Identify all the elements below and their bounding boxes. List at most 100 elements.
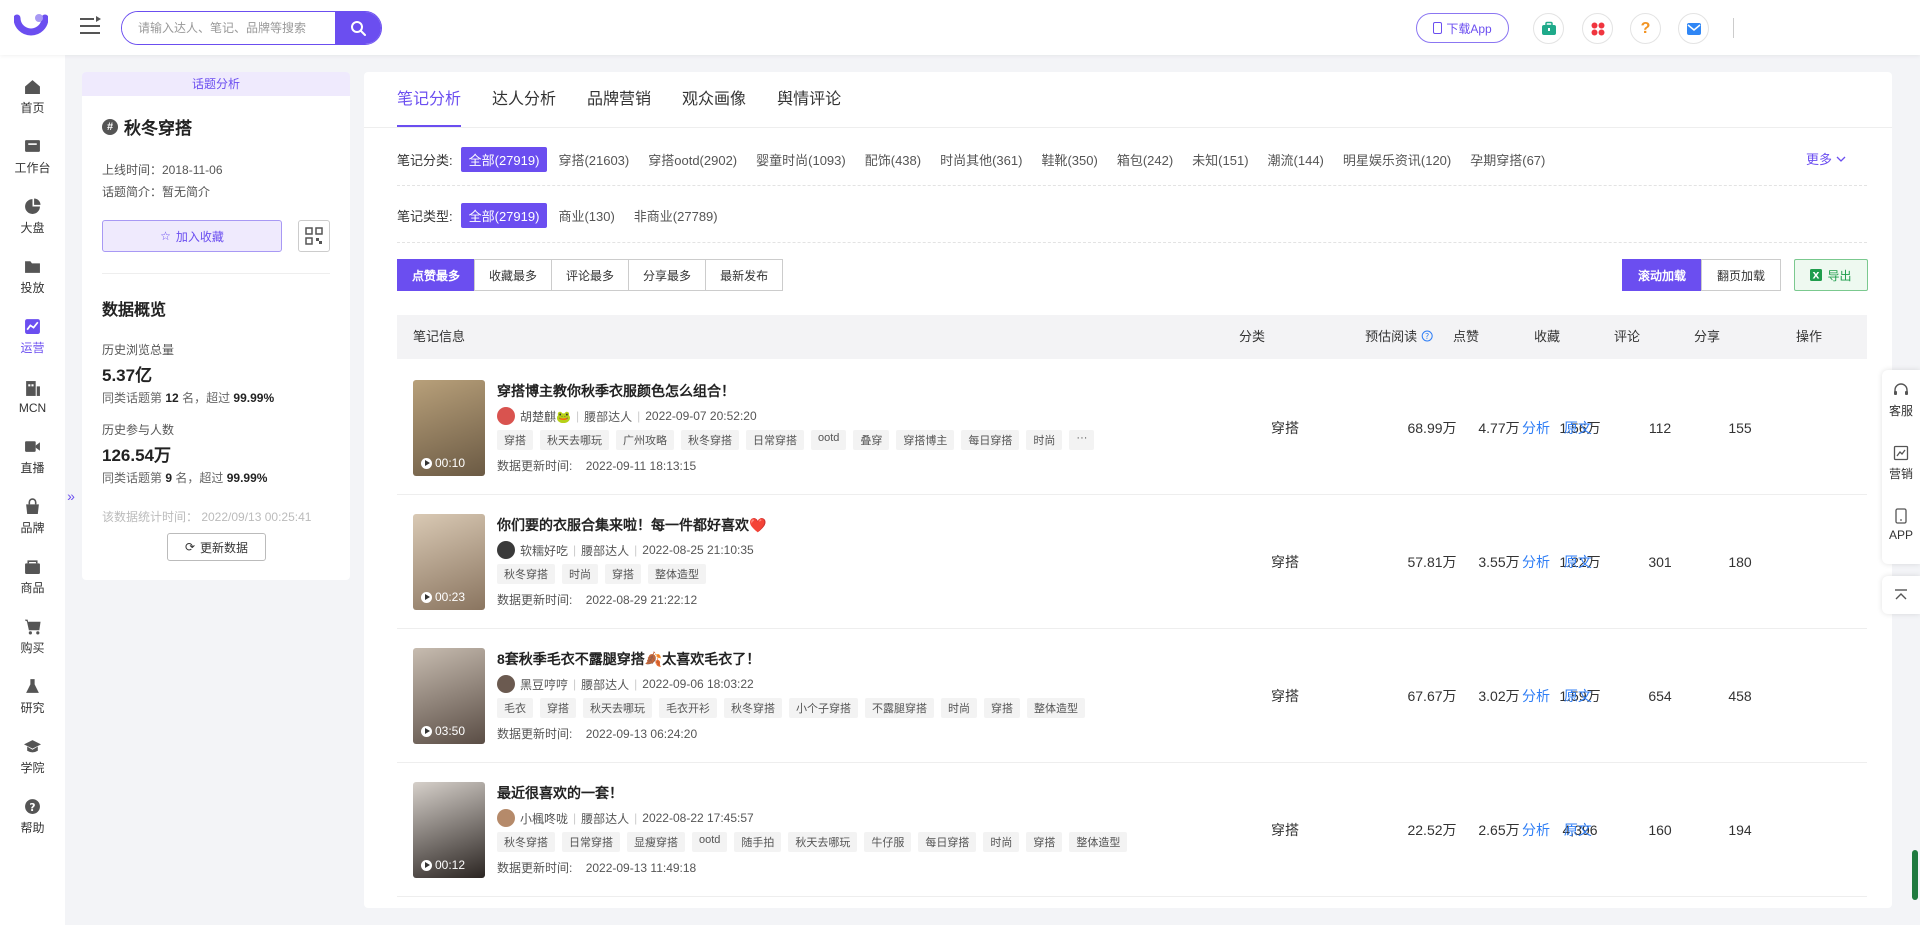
nav-item-live[interactable]: 直播 [0, 428, 65, 486]
nav-item-help[interactable]: ? 帮助 [0, 788, 65, 846]
tag-chip[interactable]: 秋天去哪玩 [788, 832, 858, 852]
avatar[interactable] [497, 675, 515, 693]
nav-item-research[interactable]: 研究 [0, 668, 65, 726]
tag-chip[interactable]: 时尚 [983, 832, 1020, 852]
sort-likes-button[interactable]: 点赞最多 [397, 259, 476, 291]
tag-chip[interactable]: 穿搭 [984, 698, 1020, 718]
author-name[interactable]: 胡楚麒🐸 [520, 408, 571, 425]
tab-audience-profile[interactable]: 观众画像 [682, 72, 746, 127]
category-chip[interactable]: 穿搭(21603) [550, 147, 637, 172]
th-shares[interactable]: 分享 [1694, 315, 1720, 359]
source-link[interactable]: 原文 [1564, 688, 1592, 704]
tag-chip[interactable]: 秋冬穿搭 [724, 698, 782, 718]
avatar[interactable] [497, 407, 515, 425]
note-title[interactable]: 你们要的衣服合集来啦！每一件都好喜欢❤️ [497, 515, 766, 535]
tag-chip[interactable]: 穿搭 [605, 564, 641, 584]
briefcase-icon[interactable] [1533, 13, 1564, 44]
category-chip[interactable]: 潮流(144) [1260, 147, 1332, 172]
nav-item-academy[interactable]: 学院 [0, 728, 65, 786]
tag-chip[interactable]: 随手拍 [734, 832, 782, 852]
source-link[interactable]: 原文 [1564, 554, 1592, 570]
type-chip[interactable]: 商业(130) [550, 203, 622, 228]
tag-chip[interactable]: ootd [811, 430, 847, 450]
tag-chip[interactable]: 毛衣开衫 [659, 698, 717, 718]
type-chip[interactable]: 全部(27919) [460, 203, 548, 228]
search-input[interactable] [122, 12, 335, 44]
th-collects[interactable]: 收藏 [1534, 315, 1560, 359]
note-thumbnail[interactable]: 03:50 [413, 648, 485, 744]
avatar[interactable] [497, 809, 515, 827]
sort-shares-button[interactable]: 分享最多 [628, 259, 707, 291]
analyze-link[interactable]: 分析 [1522, 688, 1550, 704]
export-button[interactable]: X 导出 [1794, 259, 1868, 291]
tag-chip[interactable]: 叠穿 [853, 430, 890, 450]
back-to-top-button[interactable] [1882, 576, 1920, 614]
page-load-button[interactable]: 翻页加载 [1701, 259, 1782, 291]
tag-chip[interactable]: 显瘦穿搭 [627, 832, 685, 852]
tag-chip[interactable]: 秋冬穿搭 [497, 564, 555, 584]
refresh-data-button[interactable]: ⟳ 更新数据 [167, 533, 266, 561]
th-comments[interactable]: 评论 [1614, 315, 1640, 359]
note-thumbnail[interactable]: 00:23 [413, 514, 485, 610]
category-chip[interactable]: 鞋靴(350) [1033, 147, 1105, 172]
tag-chip[interactable]: 整体造型 [1069, 832, 1128, 852]
nav-item-workbench[interactable]: 工作台 [0, 128, 65, 186]
download-app-button[interactable]: 下载App [1416, 13, 1509, 43]
category-chip[interactable]: 配饰(438) [857, 147, 929, 172]
tag-chip[interactable]: 广州攻略 [616, 430, 674, 450]
tag-chip[interactable]: 穿搭博主 [896, 430, 955, 450]
tag-chip[interactable]: 日常穿搭 [746, 430, 804, 450]
add-favorite-button[interactable]: ☆ 加入收藏 [102, 220, 282, 252]
note-thumbnail[interactable]: 00:12 [413, 782, 485, 878]
nav-item-home[interactable]: 首页 [0, 68, 65, 126]
source-link[interactable]: 原文 [1564, 420, 1592, 436]
nav-item-brand[interactable]: 品牌 [0, 488, 65, 546]
note-title[interactable]: 8套秋季毛衣不露腿穿搭🍂太喜欢毛衣了！ [497, 649, 760, 669]
tag-chip[interactable]: 整体造型 [648, 564, 706, 584]
tab-brand-marketing[interactable]: 品牌营销 [587, 72, 651, 127]
author-name[interactable]: 小楓咚咙 [520, 810, 568, 827]
logo-icon[interactable] [14, 12, 48, 42]
category-chip[interactable]: 全部(27919) [460, 147, 548, 172]
category-chip[interactable]: 未知(151) [1184, 147, 1256, 172]
info-icon[interactable]: ? [1421, 330, 1433, 342]
scrollbar-thumb[interactable] [1912, 850, 1918, 900]
marketing-button[interactable]: 营销 [1882, 445, 1920, 482]
category-chip[interactable]: 孕期穿搭(67) [1462, 147, 1553, 172]
author-name[interactable]: 软糯好吃 [520, 542, 568, 559]
search-button[interactable] [335, 12, 381, 44]
analyze-link[interactable]: 分析 [1522, 554, 1550, 570]
tab-sentiment-comments[interactable]: 舆情评论 [777, 72, 841, 127]
avatar[interactable] [497, 541, 515, 559]
note-title[interactable]: 最近很喜欢的一套！ [497, 783, 623, 803]
tag-chip[interactable]: 不露腿穿搭 [865, 698, 934, 718]
analyze-link[interactable]: 分析 [1522, 420, 1550, 436]
apps-icon[interactable] [1582, 13, 1613, 44]
nav-item-purchase[interactable]: 购买 [0, 608, 65, 666]
category-chip[interactable]: 婴童时尚(1093) [748, 147, 854, 172]
nav-item-dashboard[interactable]: 大盘 [0, 188, 65, 246]
tag-chip[interactable]: 穿搭 [497, 430, 533, 450]
tag-chip[interactable]: 秋冬穿搭 [497, 832, 555, 852]
source-link[interactable]: 原文 [1564, 822, 1592, 838]
nav-item-mcn[interactable]: MCN [0, 368, 65, 426]
tag-chip[interactable]: 穿搭 [1026, 832, 1063, 852]
tag-chip[interactable]: 秋天去哪玩 [583, 698, 652, 718]
tag-chip[interactable]: 时尚 [1026, 430, 1063, 450]
expand-panel-icon[interactable]: » [65, 476, 77, 516]
analyze-link[interactable]: 分析 [1522, 822, 1550, 838]
category-chip[interactable]: 明星娱乐资讯(120) [1335, 147, 1459, 172]
tab-note-analysis[interactable]: 笔记分析 [397, 72, 462, 127]
sort-comments-button[interactable]: 评论最多 [551, 259, 630, 291]
tag-chip[interactable]: 毛衣 [497, 698, 533, 718]
mail-icon[interactable] [1678, 13, 1709, 44]
tag-chip[interactable]: 每日穿搭 [961, 430, 1020, 450]
type-chip[interactable]: 非商业(27789) [626, 203, 726, 228]
customer-service-button[interactable]: 客服 [1882, 382, 1920, 419]
tag-chip[interactable]: 牛仔服 [864, 832, 912, 852]
tag-chip[interactable]: ootd [692, 832, 728, 852]
note-thumbnail[interactable]: 00:10 [413, 380, 485, 476]
help-icon[interactable]: ? [1630, 13, 1661, 44]
tag-chip[interactable]: 秋天去哪玩 [540, 430, 609, 450]
sort-collects-button[interactable]: 收藏最多 [474, 259, 553, 291]
